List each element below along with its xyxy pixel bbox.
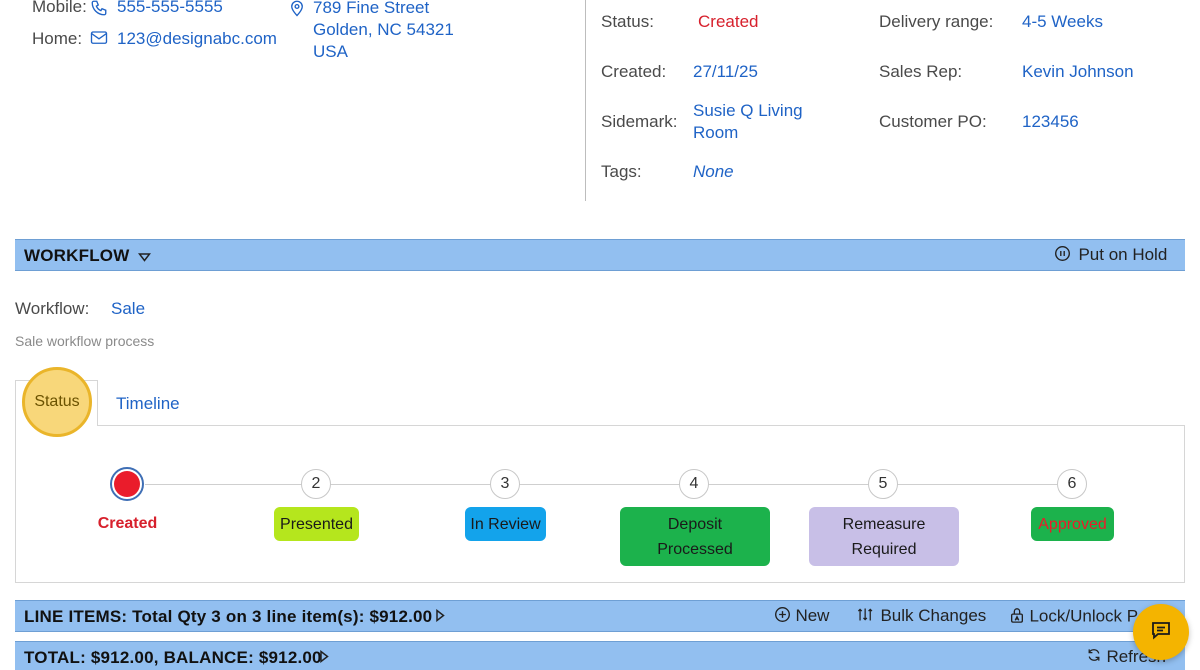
- put-on-hold-button[interactable]: Put on Hold: [1054, 245, 1167, 267]
- pause-circle-icon: [1054, 245, 1071, 267]
- address-line3: USA: [313, 42, 348, 61]
- email-link[interactable]: 123@designabc.com: [117, 29, 277, 49]
- bulk-changes-icon: [856, 606, 876, 628]
- address-line2: Golden, NC 54321: [313, 20, 454, 39]
- delivery-label: Delivery range:: [879, 12, 994, 31]
- sidemark-link[interactable]: Susie Q Living Room: [693, 100, 803, 144]
- sidemark-line1: Susie Q Living: [693, 101, 803, 120]
- lock-unlock-button[interactable]: Lock/Unlock P: [1009, 606, 1138, 629]
- chevron-right-icon[interactable]: [319, 649, 329, 668]
- step-3-circle: 3: [490, 469, 520, 499]
- chat-button[interactable]: [1133, 604, 1189, 660]
- step-4-label-line1: Deposit: [667, 515, 723, 533]
- chevron-right-icon[interactable]: [435, 608, 445, 627]
- tags-value[interactable]: None: [693, 162, 734, 182]
- sidemark-label: Sidemark:: [601, 112, 678, 131]
- tab-status-label: Status: [34, 393, 80, 410]
- refresh-icon: [1086, 647, 1102, 668]
- vertical-divider: [585, 0, 586, 201]
- step-5-circle: 5: [868, 469, 898, 499]
- bulk-changes-button[interactable]: Bulk Changes: [856, 606, 986, 628]
- lock-unlock-label: Lock/Unlock P: [1029, 606, 1139, 626]
- bulk-changes-label: Bulk Changes: [880, 606, 987, 626]
- step-2-label: Presented: [274, 507, 359, 541]
- step-6-circle: 6: [1057, 469, 1087, 499]
- step-4-circle: 4: [679, 469, 709, 499]
- line-items-title[interactable]: LINE ITEMS: Total Qty 3 on 3 line item(s…: [24, 607, 432, 627]
- chat-icon: [1149, 618, 1173, 647]
- step-4-label-line2: Processed: [657, 540, 733, 558]
- step-5-label: Remeasure Required: [809, 507, 959, 566]
- step-1-active-marker: [110, 467, 144, 501]
- chevron-down-icon[interactable]: [137, 249, 152, 267]
- sales-rep-label: Sales Rep:: [879, 62, 963, 81]
- status-label: Status:: [601, 12, 654, 31]
- sales-rep-value[interactable]: Kevin Johnson: [1022, 62, 1134, 82]
- created-label: Created:: [601, 62, 667, 81]
- plus-circle-icon: [774, 606, 791, 628]
- workflow-title[interactable]: WORKFLOW: [24, 246, 129, 266]
- delivery-value[interactable]: 4-5 Weeks: [1022, 12, 1103, 32]
- lock-icon: [1009, 606, 1025, 629]
- address-link[interactable]: 789 Fine Street Golden, NC 54321 USA: [313, 0, 454, 63]
- mail-icon: [90, 30, 108, 51]
- mobile-label: Mobile:: [32, 0, 87, 16]
- step-1-label: Created: [97, 515, 158, 532]
- phone-icon: [90, 0, 108, 22]
- tags-label: Tags:: [601, 162, 642, 181]
- workflow-header-bar: WORKFLOW Put on Hold: [15, 239, 1185, 271]
- step-4-label: Deposit Processed: [620, 507, 770, 566]
- step-5-label-line2: Required: [851, 540, 917, 558]
- line-items-bar: LINE ITEMS: Total Qty 3 on 3 line item(s…: [15, 600, 1185, 632]
- customer-po-label: Customer PO:: [879, 112, 987, 131]
- location-pin-icon: [289, 0, 305, 22]
- step-5-label-line1: Remeasure: [842, 515, 926, 533]
- workflow-label: Workflow:: [15, 299, 90, 318]
- step-2-circle: 2: [301, 469, 331, 499]
- tab-timeline[interactable]: Timeline: [116, 394, 180, 414]
- new-button[interactable]: New: [774, 606, 829, 628]
- put-on-hold-label: Put on Hold: [1078, 245, 1168, 265]
- new-label: New: [795, 606, 830, 626]
- step-6-label: Approved: [1031, 507, 1114, 541]
- status-panel: [15, 425, 1185, 583]
- step-3-label: In Review: [465, 507, 546, 541]
- stepper-track: [145, 484, 1057, 485]
- address-line1: 789 Fine Street: [313, 0, 430, 17]
- mobile-link[interactable]: 555-555-5555: [117, 0, 223, 17]
- created-value[interactable]: 27/11/25: [693, 62, 758, 82]
- total-title[interactable]: TOTAL: $912.00, BALANCE: $912.00: [24, 648, 322, 668]
- home-label: Home:: [32, 29, 83, 48]
- total-bar: TOTAL: $912.00, BALANCE: $912.00 Refresh: [15, 641, 1185, 670]
- sidemark-line2: Room: [693, 123, 739, 142]
- workflow-description: Sale workflow process: [15, 333, 155, 349]
- status-value: Created: [698, 12, 759, 31]
- workflow-value[interactable]: Sale: [111, 299, 145, 319]
- customer-po-value[interactable]: 123456: [1022, 112, 1079, 132]
